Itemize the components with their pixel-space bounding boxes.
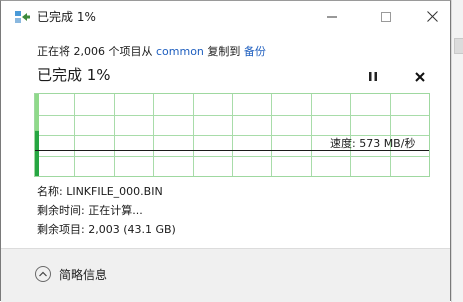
background-window-edge (451, 0, 463, 302)
maximize-icon (381, 11, 391, 22)
minimize-icon (327, 12, 337, 22)
stop-icon (415, 67, 425, 86)
copy-description: 正在将 2,006 个项目从 common 复制到 备份 (37, 43, 266, 59)
cancel-button[interactable] (411, 67, 429, 85)
destination-folder-link[interactable]: 备份 (244, 45, 266, 58)
fewer-details-toggle[interactable]: 简略信息 (35, 263, 107, 285)
title-bar[interactable]: 已完成 1% (1, 1, 450, 32)
items-remaining: 剩余项目: 2,003 (43.1 GB) (37, 223, 176, 236)
pause-icon (368, 67, 378, 86)
time-remaining: 剩余时间: 正在计算... (37, 204, 143, 217)
copy-dialog: 已完成 1% 正在将 2,006 个项目从 common 复制到 备份 已完成 … (0, 0, 451, 302)
speed-bar (35, 130, 39, 176)
chevron-up-icon (35, 266, 51, 282)
speed-label: 速度: 573 MB/秒 (330, 137, 416, 150)
copy-prefix: 正在将 2,006 个项目从 (37, 45, 156, 58)
copy-arrow-icon (15, 9, 30, 23)
progress-header: 已完成 1% (37, 66, 111, 84)
close-button[interactable] (409, 1, 455, 32)
fewer-details-label: 简略信息 (59, 267, 108, 282)
background-badge (454, 38, 463, 54)
file-name: 名称: LINKFILE_000.BIN (37, 185, 163, 198)
maximize-button[interactable] (363, 1, 409, 32)
close-icon (426, 11, 438, 22)
copy-middle: 复制到 (203, 45, 244, 58)
dialog-footer: 简略信息 (1, 248, 450, 302)
pause-button[interactable] (364, 67, 382, 85)
minimize-button[interactable] (309, 1, 355, 32)
window-title: 已完成 1% (37, 10, 96, 24)
source-folder-link[interactable]: common (156, 45, 204, 58)
